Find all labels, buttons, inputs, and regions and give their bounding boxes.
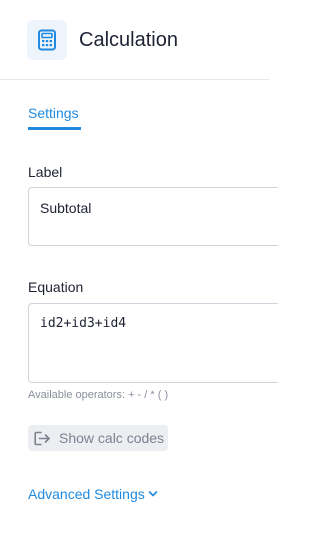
label-field[interactable]: Subtotal — [28, 187, 278, 246]
advanced-settings-label: Advanced Settings — [28, 486, 145, 502]
panel-title: Calculation — [79, 29, 178, 51]
show-calc-codes-label: Show calc codes — [59, 430, 165, 446]
sign-out-icon — [34, 431, 51, 446]
equation-field[interactable]: id2+id3+id4 — [28, 303, 278, 383]
equation-helper-text: Available operators: + - / * ( ) — [28, 389, 169, 401]
label-field-label: Label — [28, 164, 63, 180]
equation-field-value: id2+id3+id4 — [40, 316, 127, 331]
equation-field-label: Equation — [28, 279, 84, 295]
calculator-icon — [27, 20, 67, 60]
panel-header: Calculation — [0, 0, 269, 80]
chevron-down-icon — [145, 490, 158, 498]
show-calc-codes-button[interactable]: Show calc codes — [28, 425, 168, 451]
label-field-value: Subtotal — [40, 200, 92, 216]
tab-settings[interactable]: Settings — [28, 104, 79, 122]
advanced-settings-link[interactable]: Advanced Settings — [28, 485, 158, 503]
tab-active-indicator — [28, 127, 81, 130]
